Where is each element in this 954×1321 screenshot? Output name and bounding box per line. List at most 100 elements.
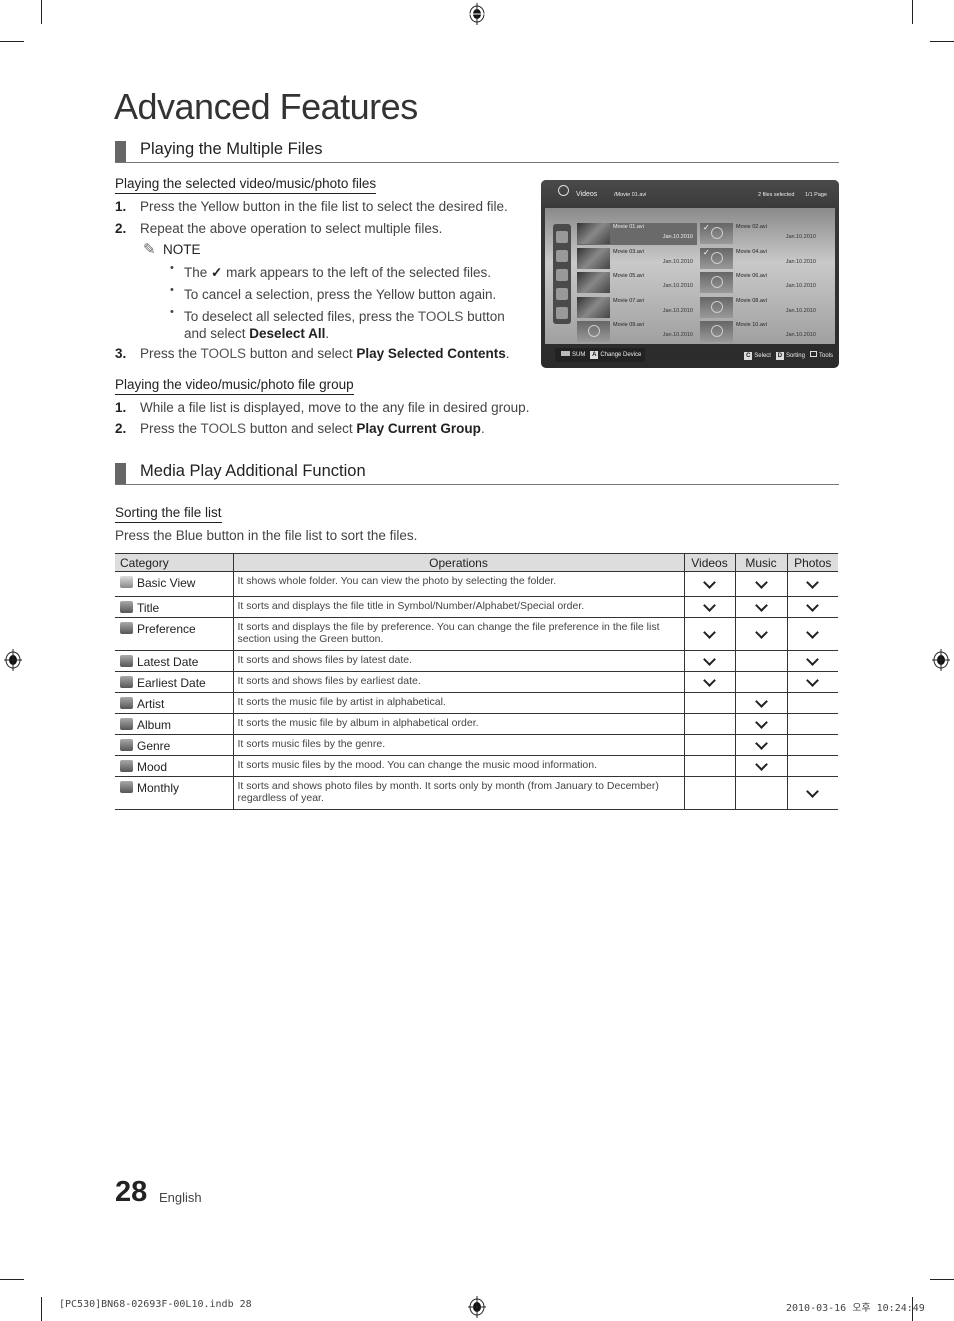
category-label: Monthly — [137, 781, 180, 795]
file-name: Movie 08.avi — [736, 297, 767, 304]
crop-mark — [930, 1279, 954, 1280]
calendar-latest-icon — [556, 269, 568, 281]
check-mark-icon — [754, 626, 768, 639]
sorting-label: Sorting — [785, 353, 805, 359]
folder-icon — [556, 231, 568, 243]
bold-term: Play Selected Contents — [356, 346, 506, 361]
tv-sort-sidebar — [553, 224, 571, 324]
category-label: Mood — [137, 760, 168, 774]
registration-mark-icon — [468, 3, 486, 25]
category-cell: Mood — [115, 755, 233, 777]
tv-file-tile: Movie 05.avi Jan.10.2010 — [577, 272, 697, 294]
film-reel-icon — [711, 325, 723, 337]
check-mark-icon — [806, 785, 820, 798]
section-bar — [115, 141, 126, 162]
column-header: Photos — [786, 553, 838, 572]
step-number: 1. — [115, 400, 127, 415]
section-title: Playing the Multiple Files — [140, 140, 323, 158]
videos-support-cell — [683, 755, 735, 777]
operation-cell: It sorts the music file by album in alph… — [232, 713, 684, 735]
file-date: Jan.10.2010 — [662, 332, 693, 338]
photos-support-cell — [786, 617, 838, 651]
film-reel-icon — [558, 185, 569, 196]
photos-support-cell — [786, 692, 838, 714]
tv-path: /Movie 01.avi — [614, 192, 647, 198]
crop-mark — [41, 0, 42, 24]
music-support-cell — [734, 692, 787, 714]
check-mark-icon — [703, 626, 716, 639]
tools-label: Tools — [818, 353, 833, 359]
file-name: Movie 05.avi — [613, 273, 644, 279]
tv-file-tile: Movie 07.avi Jan.10.2010 — [577, 296, 697, 319]
photos-support-cell — [786, 776, 838, 810]
step-item: 1. While a file list is displayed, move t… — [115, 400, 529, 415]
video-thumbnail — [577, 247, 610, 269]
bold-term: Play Current Group — [356, 421, 481, 436]
column-header: Videos — [683, 553, 735, 572]
operation-cell: It sorts music files by the genre. — [232, 734, 684, 756]
music-support-cell — [734, 776, 787, 810]
tv-file-tile: Movie 03.avi Jan.10.2010 — [577, 247, 697, 270]
file-name: Movie 10.avi — [736, 322, 767, 328]
file-date: Jan.10.2010 — [785, 307, 816, 314]
keyword-tools: TOOLS — [417, 309, 464, 324]
table-row: Monthly It sorts and shows photo files by… — [115, 776, 838, 810]
table-row: Basic View It shows whole folder. You can… — [115, 571, 838, 597]
tools-icon — [809, 351, 817, 357]
tv-screen-illustration: Videos /Movie 01.avi 2 files selected 1/… — [541, 180, 839, 368]
star-icon — [556, 307, 568, 319]
music-support-cell — [734, 650, 787, 672]
step-item: 2. Press the TOOLS button and select Play… — [115, 421, 485, 436]
film-reel-icon — [711, 227, 723, 239]
photos-support-cell — [786, 596, 838, 618]
category-cell: Earliest Date — [115, 671, 233, 693]
bold-term: Deselect All — [249, 326, 326, 341]
operation-cell: It sorts the music file by artist in alp… — [232, 692, 684, 714]
category-cell: Latest Date — [115, 650, 233, 672]
album-icon — [120, 718, 133, 730]
crop-mark — [0, 1279, 24, 1280]
tv-header: Videos /Movie 01.avi 2 files selected 1/… — [541, 180, 839, 208]
key-a-icon: A — [590, 351, 599, 359]
video-thumbnail — [700, 272, 733, 293]
section-heading: Media Play Additional Function — [115, 461, 839, 485]
tv-footer-right: C Select D Sorting Tools — [739, 351, 833, 360]
file-date: Jan.10.2010 — [785, 258, 816, 265]
film-reel-icon — [588, 325, 600, 337]
tv-file-tile: Movie 01.avi Jan.10.2010 — [577, 223, 697, 245]
checkmark-icon: ✓ — [211, 265, 223, 280]
table-row: Album It sorts the music file by album in… — [115, 713, 838, 735]
checkmark-icon: ✓ — [703, 223, 710, 232]
check-mark-icon — [806, 674, 820, 687]
note-bullet: • To cancel a selection, press the Yello… — [170, 284, 496, 303]
file-date: Jan.10.2010 — [785, 283, 816, 289]
key-c-icon: C — [744, 352, 753, 360]
step-number: 2. — [115, 221, 127, 236]
page-title: Advanced Features — [114, 86, 418, 127]
photos-support-cell — [786, 713, 838, 735]
check-mark-icon — [754, 758, 768, 771]
table-row: Title It sorts and displays the file titl… — [115, 596, 838, 618]
tv-footer: SUM A Change Device C Select D Sorting Tools — [541, 344, 839, 368]
category-label: Album — [137, 718, 172, 732]
crop-mark — [930, 41, 954, 42]
key-d-icon: D — [775, 352, 784, 360]
artist-icon — [120, 697, 133, 709]
check-mark-icon — [703, 653, 716, 666]
category-cell: Album — [115, 713, 233, 735]
check-mark-icon — [806, 599, 820, 612]
calendar-earliest-icon — [120, 676, 133, 688]
table-row: Preference It sorts and displays the file… — [115, 617, 838, 651]
sum-label: SUM — [572, 352, 586, 358]
bullet-dot: • — [170, 262, 174, 274]
step-text: Repeat the above operation to select mul… — [140, 221, 443, 236]
check-mark-icon — [754, 599, 768, 612]
file-name: Movie 06.avi — [736, 273, 767, 279]
mood-icon — [120, 760, 133, 772]
bullet-dot: • — [170, 306, 174, 318]
table-row: Mood It sorts music files by the mood. Yo… — [115, 755, 838, 777]
calendar-earliest-icon — [556, 288, 568, 300]
keyword-tools: TOOLS — [200, 421, 247, 436]
file-date: Jan.10.2010 — [662, 283, 693, 289]
videos-support-cell — [683, 671, 735, 693]
